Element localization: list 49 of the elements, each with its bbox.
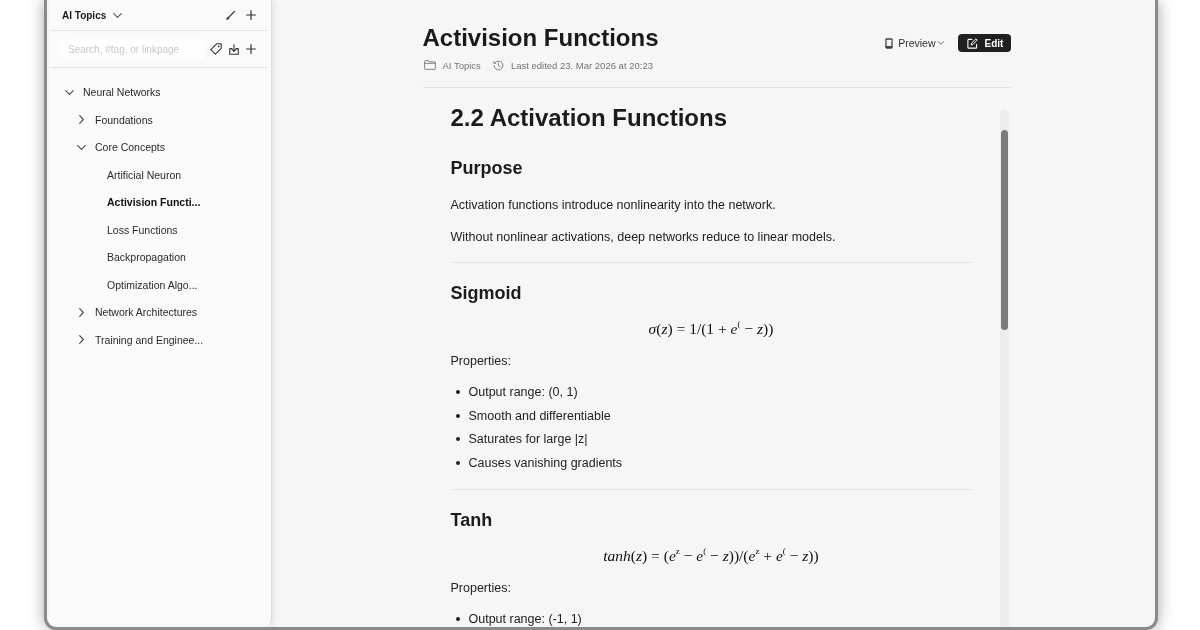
paragraph-text: Without nonlinear activations, deep networks reduce to linear models. [450, 229, 836, 246]
tag-icon[interactable] [210, 43, 222, 55]
edit-button[interactable]: Edit [957, 34, 1011, 52]
tree-item[interactable]: Training and Enginee... [76, 329, 204, 350]
list-item-text: Saturates for large |z| [468, 431, 588, 449]
plus-icon[interactable] [246, 10, 256, 20]
main-heading: 2.2 Activation Functions [450, 103, 727, 133]
formula-text: tanh(z) = (e$^{z}$ − e$^{(}$ − z))/(e$^{z}$ + e$^{(}$ − z)) [603, 547, 819, 565]
bullet-icon [455, 413, 460, 418]
phone-icon [885, 37, 894, 49]
paragraph-text: Properties: [450, 580, 511, 598]
plus-icon[interactable] [246, 44, 256, 54]
paragraph-text: Properties: [450, 353, 511, 370]
list-item-text: Output range: (-1, 1) [468, 611, 582, 627]
section-heading: Tanh [450, 509, 493, 533]
folder-icon [423, 60, 436, 70]
bullet-icon [455, 461, 460, 466]
paragraph-text: Activation functions introduce nonlinearity into the network. [450, 197, 776, 214]
bullet-icon [455, 617, 460, 622]
chevron-down-icon [937, 41, 944, 45]
scrollbar-thumb[interactable] [1000, 130, 1008, 330]
tree-item[interactable]: Foundations [76, 109, 153, 130]
list-item-text: Output range: (0, 1) [468, 384, 578, 401]
folder-label[interactable]: AI Topics [442, 59, 481, 71]
tree-item[interactable]: Artificial Neuron [107, 164, 182, 185]
workspace-menu-button[interactable]: AI Topics [62, 9, 123, 21]
tree-item[interactable]: Activision Functi... [107, 192, 201, 212]
section-heading: Sigmoid [450, 282, 522, 305]
tree-item[interactable]: Optimization Algo... [107, 274, 198, 295]
tree-item[interactable]: Core Concepts [76, 137, 166, 157]
document-title: Activision Functions [422, 23, 659, 53]
last-edited-text: Last edited 23. Mar 2026 at 20:23 [510, 59, 653, 71]
tree-item[interactable]: Neural Networks [64, 82, 161, 102]
preview-menu-button[interactable]: Preview [885, 34, 944, 52]
tree-item[interactable]: Loss Functions [107, 219, 178, 240]
bullet-icon [455, 437, 460, 442]
tree-item[interactable]: Network Architectures [76, 302, 198, 322]
tree-item[interactable]: Backpropagation [107, 247, 186, 267]
section-heading: Purpose [450, 157, 523, 180]
list-item-text: Causes vanishing gradients [468, 455, 623, 473]
tray-arrow-icon[interactable] [229, 43, 239, 55]
list-item-text: Smooth and differentiable [468, 407, 611, 425]
pencil-icon[interactable] [226, 10, 236, 20]
bullet-icon [455, 390, 460, 394]
scrollbar-track[interactable] [999, 110, 1009, 627]
history-icon [492, 59, 504, 71]
chevron-down-icon [113, 12, 123, 18]
formula-text: σ(z) = 1/(1 + e$^{(}$ − z)) [648, 320, 774, 337]
edit-icon [966, 37, 978, 49]
